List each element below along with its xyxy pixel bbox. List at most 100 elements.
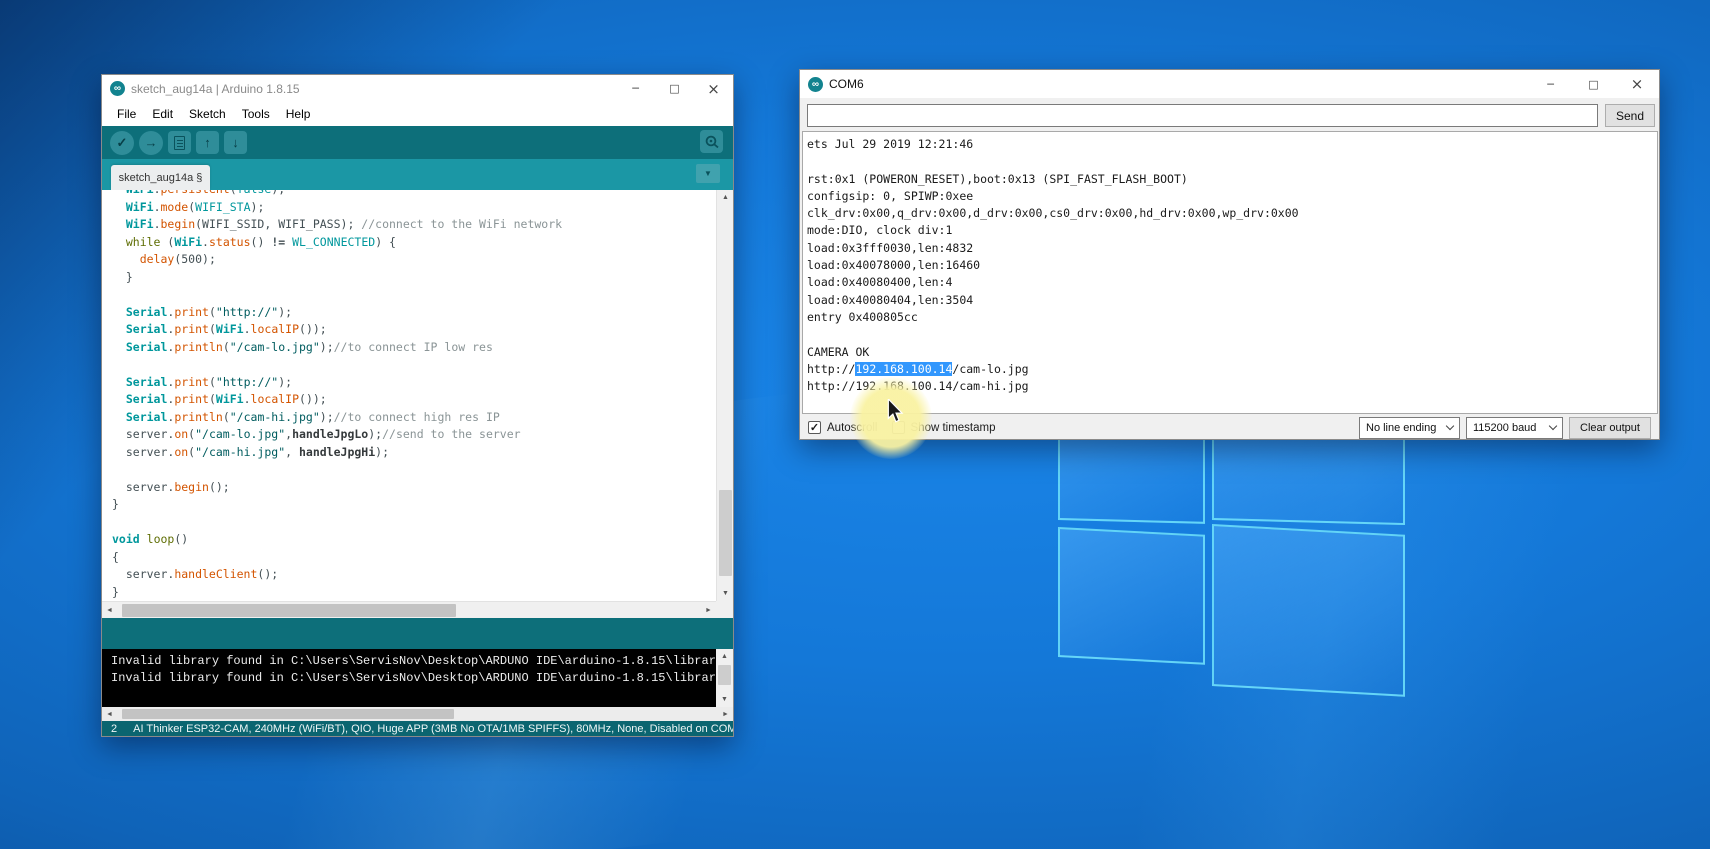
tab-list-dropdown[interactable]: ▼ bbox=[696, 164, 720, 183]
code-line: } bbox=[112, 584, 716, 602]
save-button[interactable]: ↓ bbox=[224, 131, 247, 154]
arduino-app-icon: ∞ bbox=[808, 77, 823, 92]
serial-output-line: configsip: 0, SPIWP:0xee bbox=[807, 188, 1657, 205]
tab-sketch-aug14a[interactable]: sketch_aug14a § bbox=[111, 165, 210, 190]
open-button[interactable]: ↑ bbox=[196, 131, 219, 154]
code-area[interactable]: WiFi.persistent(false); WiFi.mode(WIFI_S… bbox=[102, 190, 716, 601]
arduino-app-icon: ∞ bbox=[110, 81, 125, 96]
scroll-down-icon[interactable]: ▼ bbox=[717, 586, 734, 601]
tabbar: sketch_aug14a § ▼ bbox=[102, 159, 733, 190]
serial-output-line bbox=[807, 153, 1657, 170]
console-output: Invalid library found in C:\Users\Servis… bbox=[102, 649, 733, 707]
serial-output-line: clk_drv:0x00,q_drv:0x00,d_drv:0x00,cs0_d… bbox=[807, 205, 1657, 222]
code-line: server.on("/cam-hi.jpg", handleJpgHi); bbox=[112, 444, 716, 462]
line-ending-value: No line ending bbox=[1366, 422, 1436, 434]
code-line: delay(500); bbox=[112, 251, 716, 269]
code-line: WiFi.begin(WIFI_SSID, WIFI_PASS); //conn… bbox=[112, 216, 716, 234]
clear-output-button[interactable]: Clear output bbox=[1569, 417, 1651, 439]
serial-output-line bbox=[807, 326, 1657, 343]
chevron-down-icon: ▼ bbox=[704, 169, 712, 178]
code-line bbox=[112, 461, 716, 479]
editor-console-divider[interactable] bbox=[102, 618, 733, 649]
serial-output-line: load:0x40080404,len:3504 bbox=[807, 292, 1657, 309]
editor-vertical-scrollbar[interactable]: ▲ ▼ bbox=[716, 190, 733, 601]
serial-monitor-window: ∞ COM6 ─ □ × Send ets Jul 29 2019 12:21:… bbox=[799, 69, 1660, 440]
code-line: server.begin(); bbox=[112, 479, 716, 497]
scroll-left-icon[interactable]: ◄ bbox=[102, 602, 117, 619]
console-vertical-scrollbar[interactable]: ▲ ▼ bbox=[716, 649, 733, 707]
serial-titlebar[interactable]: ∞ COM6 ─ □ × bbox=[800, 70, 1659, 98]
infinity-glyph: ∞ bbox=[812, 79, 819, 90]
menu-help[interactable]: Help bbox=[278, 104, 319, 124]
menu-sketch[interactable]: Sketch bbox=[181, 104, 234, 124]
console-messages: Invalid library found in C:\Users\Servis… bbox=[111, 653, 715, 687]
scroll-right-icon[interactable]: ► bbox=[718, 707, 733, 721]
serial-output-line: entry 0x400805cc bbox=[807, 309, 1657, 326]
code-editor[interactable]: WiFi.persistent(false); WiFi.mode(WIFI_S… bbox=[102, 190, 733, 618]
editor-horizontal-scrollbar[interactable]: ◄ ► bbox=[102, 601, 716, 618]
serial-output[interactable]: ets Jul 29 2019 12:21:46 rst:0x1 (POWERO… bbox=[802, 131, 1658, 414]
document-icon bbox=[174, 136, 185, 150]
autoscroll-checkbox[interactable]: ✓ bbox=[808, 421, 821, 434]
console-horizontal-scrollbar[interactable]: ◄ ► bbox=[102, 707, 733, 721]
serial-output-line: ets Jul 29 2019 12:21:46 bbox=[807, 136, 1657, 153]
arduino-ide-window: ∞ sketch_aug14a | Arduino 1.8.15 ─ □ × F… bbox=[101, 74, 734, 737]
scroll-right-icon[interactable]: ► bbox=[701, 602, 716, 619]
console-message: Invalid library found in C:\Users\Servis… bbox=[111, 653, 715, 670]
console-message: Invalid library found in C:\Users\Servis… bbox=[111, 670, 715, 687]
code-line: Serial.print("http://"); bbox=[112, 304, 716, 322]
toolbar: ✓ → ↑ ↓ bbox=[102, 126, 733, 159]
maximize-icon[interactable]: □ bbox=[655, 75, 694, 102]
maximize-icon[interactable]: □ bbox=[1572, 70, 1615, 98]
code-line: WiFi.mode(WIFI_STA); bbox=[112, 199, 716, 217]
code-line: { bbox=[112, 549, 716, 567]
serial-output-line: load:0x40080400,len:4 bbox=[807, 274, 1657, 291]
scroll-left-icon[interactable]: ◄ bbox=[102, 707, 117, 721]
new-sketch-button[interactable] bbox=[168, 131, 191, 154]
scrollbar-thumb[interactable] bbox=[122, 604, 456, 617]
send-button[interactable]: Send bbox=[1605, 104, 1655, 127]
serial-output-line: load:0x40078000,len:16460 bbox=[807, 257, 1657, 274]
baud-rate-select[interactable]: 115200 baud bbox=[1466, 417, 1563, 439]
serial-output-line: http://192.168.100.14/cam-hi.jpg bbox=[807, 378, 1657, 395]
line-ending-select[interactable]: No line ending bbox=[1359, 417, 1460, 439]
code-line: server.on("/cam-lo.jpg",handleJpgLo);//s… bbox=[112, 426, 716, 444]
serial-send-input[interactable] bbox=[807, 104, 1598, 127]
magnifier-icon bbox=[704, 134, 720, 150]
code-line: } bbox=[112, 269, 716, 287]
serial-output-line: CAMERA OK bbox=[807, 344, 1657, 361]
show-timestamp-checkbox[interactable] bbox=[892, 421, 905, 434]
serial-output-line: mode:DIO, clock div:1 bbox=[807, 222, 1657, 239]
scrollbar-thumb[interactable] bbox=[719, 490, 732, 576]
down-arrow-icon: ↓ bbox=[232, 135, 239, 150]
verify-button[interactable]: ✓ bbox=[110, 131, 134, 155]
status-bar: 2 AI Thinker ESP32-CAM, 240MHz (WiFi/BT)… bbox=[102, 721, 733, 736]
scrollbar-thumb[interactable] bbox=[122, 709, 454, 719]
scroll-up-icon[interactable]: ▲ bbox=[717, 190, 734, 205]
serial-monitor-button[interactable] bbox=[700, 130, 723, 153]
show-timestamp-label: Show timestamp bbox=[911, 422, 996, 434]
code-line bbox=[112, 286, 716, 304]
code-line bbox=[112, 514, 716, 532]
windows-logo-pane bbox=[1212, 524, 1405, 697]
chevron-down-icon bbox=[1549, 422, 1557, 430]
chevron-down-icon bbox=[1446, 422, 1454, 430]
windows-logo-pane bbox=[1058, 527, 1205, 665]
menu-edit[interactable]: Edit bbox=[144, 104, 181, 124]
scroll-down-icon[interactable]: ▼ bbox=[716, 692, 733, 707]
menu-tools[interactable]: Tools bbox=[234, 104, 278, 124]
arduino-titlebar[interactable]: ∞ sketch_aug14a | Arduino 1.8.15 ─ □ × bbox=[102, 75, 733, 102]
minimize-icon[interactable]: ─ bbox=[1529, 70, 1572, 98]
close-icon[interactable]: × bbox=[694, 75, 733, 102]
code-line: Serial.println("/cam-hi.jpg");//to conne… bbox=[112, 409, 716, 427]
code-line: void loop() bbox=[112, 531, 716, 549]
close-icon[interactable]: × bbox=[1615, 70, 1659, 98]
scroll-up-icon[interactable]: ▲ bbox=[716, 649, 733, 664]
minimize-icon[interactable]: ─ bbox=[616, 75, 655, 102]
up-arrow-icon: ↑ bbox=[204, 135, 211, 150]
status-line-number: 2 bbox=[111, 723, 117, 735]
scrollbar-thumb[interactable] bbox=[718, 665, 731, 685]
code-line: Serial.print(WiFi.localIP()); bbox=[112, 321, 716, 339]
menu-file[interactable]: File bbox=[109, 104, 144, 124]
upload-button[interactable]: → bbox=[139, 131, 163, 155]
